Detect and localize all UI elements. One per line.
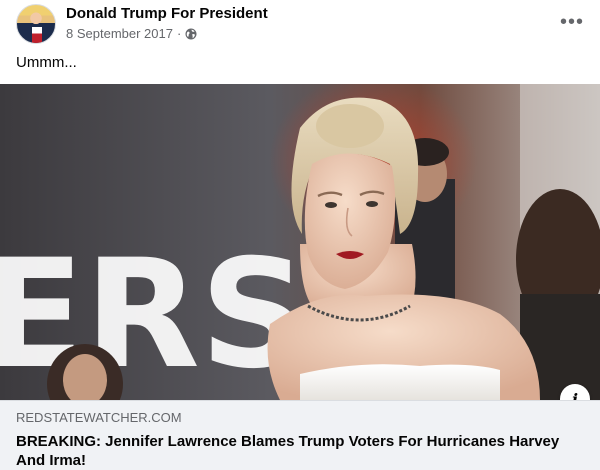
hair-bun [316, 104, 384, 148]
facebook-post: Donald Trump For President 8 September 2… [0, 0, 600, 470]
avatar[interactable] [16, 4, 56, 44]
link-preview-image[interactable]: ERS i [0, 84, 600, 400]
post-date[interactable]: 8 September 2017 [66, 26, 173, 41]
post-header: Donald Trump For President 8 September 2… [0, 0, 600, 48]
link-domain: REDSTATEWATCHER.COM [16, 410, 182, 425]
post-meta: 8 September 2017 · [66, 26, 197, 41]
globe-icon [185, 28, 197, 39]
photo-illustration: ERS [0, 84, 600, 400]
more-options-icon[interactable]: ••• [558, 10, 586, 34]
post-caption: Ummm... [16, 54, 77, 71]
link-preview-footer[interactable]: REDSTATEWATCHER.COM BREAKING: Jennifer L… [0, 400, 600, 470]
backdrop-lettering: ERS [0, 228, 308, 400]
white-dress [300, 364, 500, 400]
eye-left [325, 202, 337, 208]
avatar-shirt [32, 27, 42, 43]
eye-right [366, 201, 378, 207]
page-name[interactable]: Donald Trump For President [66, 5, 268, 22]
link-title[interactable]: BREAKING: Jennifer Lawrence Blames Trump… [16, 432, 576, 470]
meta-separator: · [176, 26, 182, 41]
